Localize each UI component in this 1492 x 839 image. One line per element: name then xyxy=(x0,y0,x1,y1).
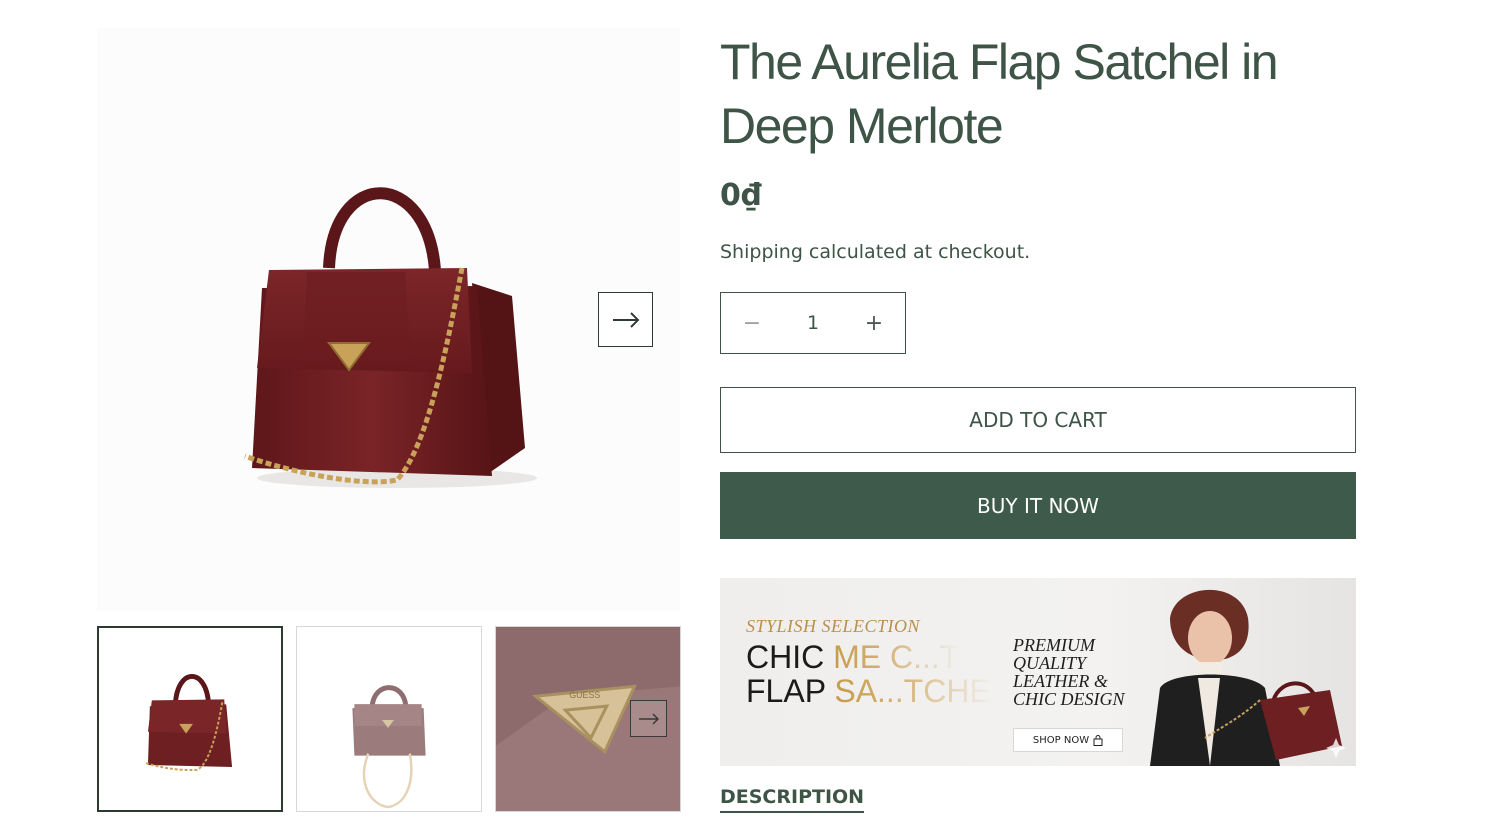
tab-description[interactable]: DESCRIPTION xyxy=(720,784,865,813)
decrease-quantity-button[interactable]: − xyxy=(721,293,783,353)
thumbnail-1[interactable] xyxy=(97,626,283,812)
banner-kicker: STYLISH SELECTION xyxy=(746,616,921,636)
add-to-cart-button[interactable]: ADD TO CART xyxy=(720,387,1356,453)
shop-now-button[interactable]: SHOP NOW xyxy=(1013,728,1123,752)
banner-premium-text: PREMIUM QUALITY LEATHER & CHIC DESIGN xyxy=(1013,636,1153,708)
next-image-button[interactable] xyxy=(598,292,653,347)
promo-banner[interactable]: STYLISH SELECTION CHIC ME C...T FLAP SA.… xyxy=(720,578,1356,766)
thumbnail-bag-front xyxy=(99,628,281,810)
banner-headline-faded-2: SA...TCHE xyxy=(834,673,991,709)
satchel-image xyxy=(244,187,537,488)
arrow-right-icon xyxy=(638,712,659,725)
shop-now-label: SHOP NOW xyxy=(1032,734,1090,746)
buy-it-now-button[interactable]: BUY IT NOW xyxy=(720,472,1356,539)
thumbnail-bag-strap xyxy=(297,627,481,811)
thumbnail-2[interactable] xyxy=(296,626,482,812)
product-title: The Aurelia Flap Satchel in Deep Merlote xyxy=(720,34,1279,154)
quantity-input[interactable] xyxy=(783,311,843,335)
premium-line-2: QUALITY xyxy=(1013,653,1087,673)
guess-logo-text: GUESS xyxy=(569,690,600,700)
banner-headline-flap: FLAP xyxy=(746,673,835,709)
main-product-image[interactable] xyxy=(97,28,680,611)
shipping-note: Shipping calculated at checkout. xyxy=(720,241,1031,263)
premium-line-4: CHIC DESIGN xyxy=(1013,689,1125,709)
banner-headline-chic: CHIC xyxy=(746,639,834,675)
thumbnail-next-button[interactable] xyxy=(630,700,667,737)
premium-line-3: LEATHER & xyxy=(1013,671,1108,691)
premium-line-1: PREMIUM xyxy=(1013,635,1095,655)
arrow-right-icon xyxy=(612,311,639,328)
quantity-stepper: − + xyxy=(720,292,906,354)
shopping-bag-icon xyxy=(1093,734,1103,746)
banner-headline-faded-1: ME C...T xyxy=(833,639,960,675)
banner-headline: CHIC ME C...T FLAP SA...TCHE xyxy=(746,640,991,708)
product-price: 0₫ xyxy=(720,178,762,213)
increase-quantity-button[interactable]: + xyxy=(843,293,905,353)
